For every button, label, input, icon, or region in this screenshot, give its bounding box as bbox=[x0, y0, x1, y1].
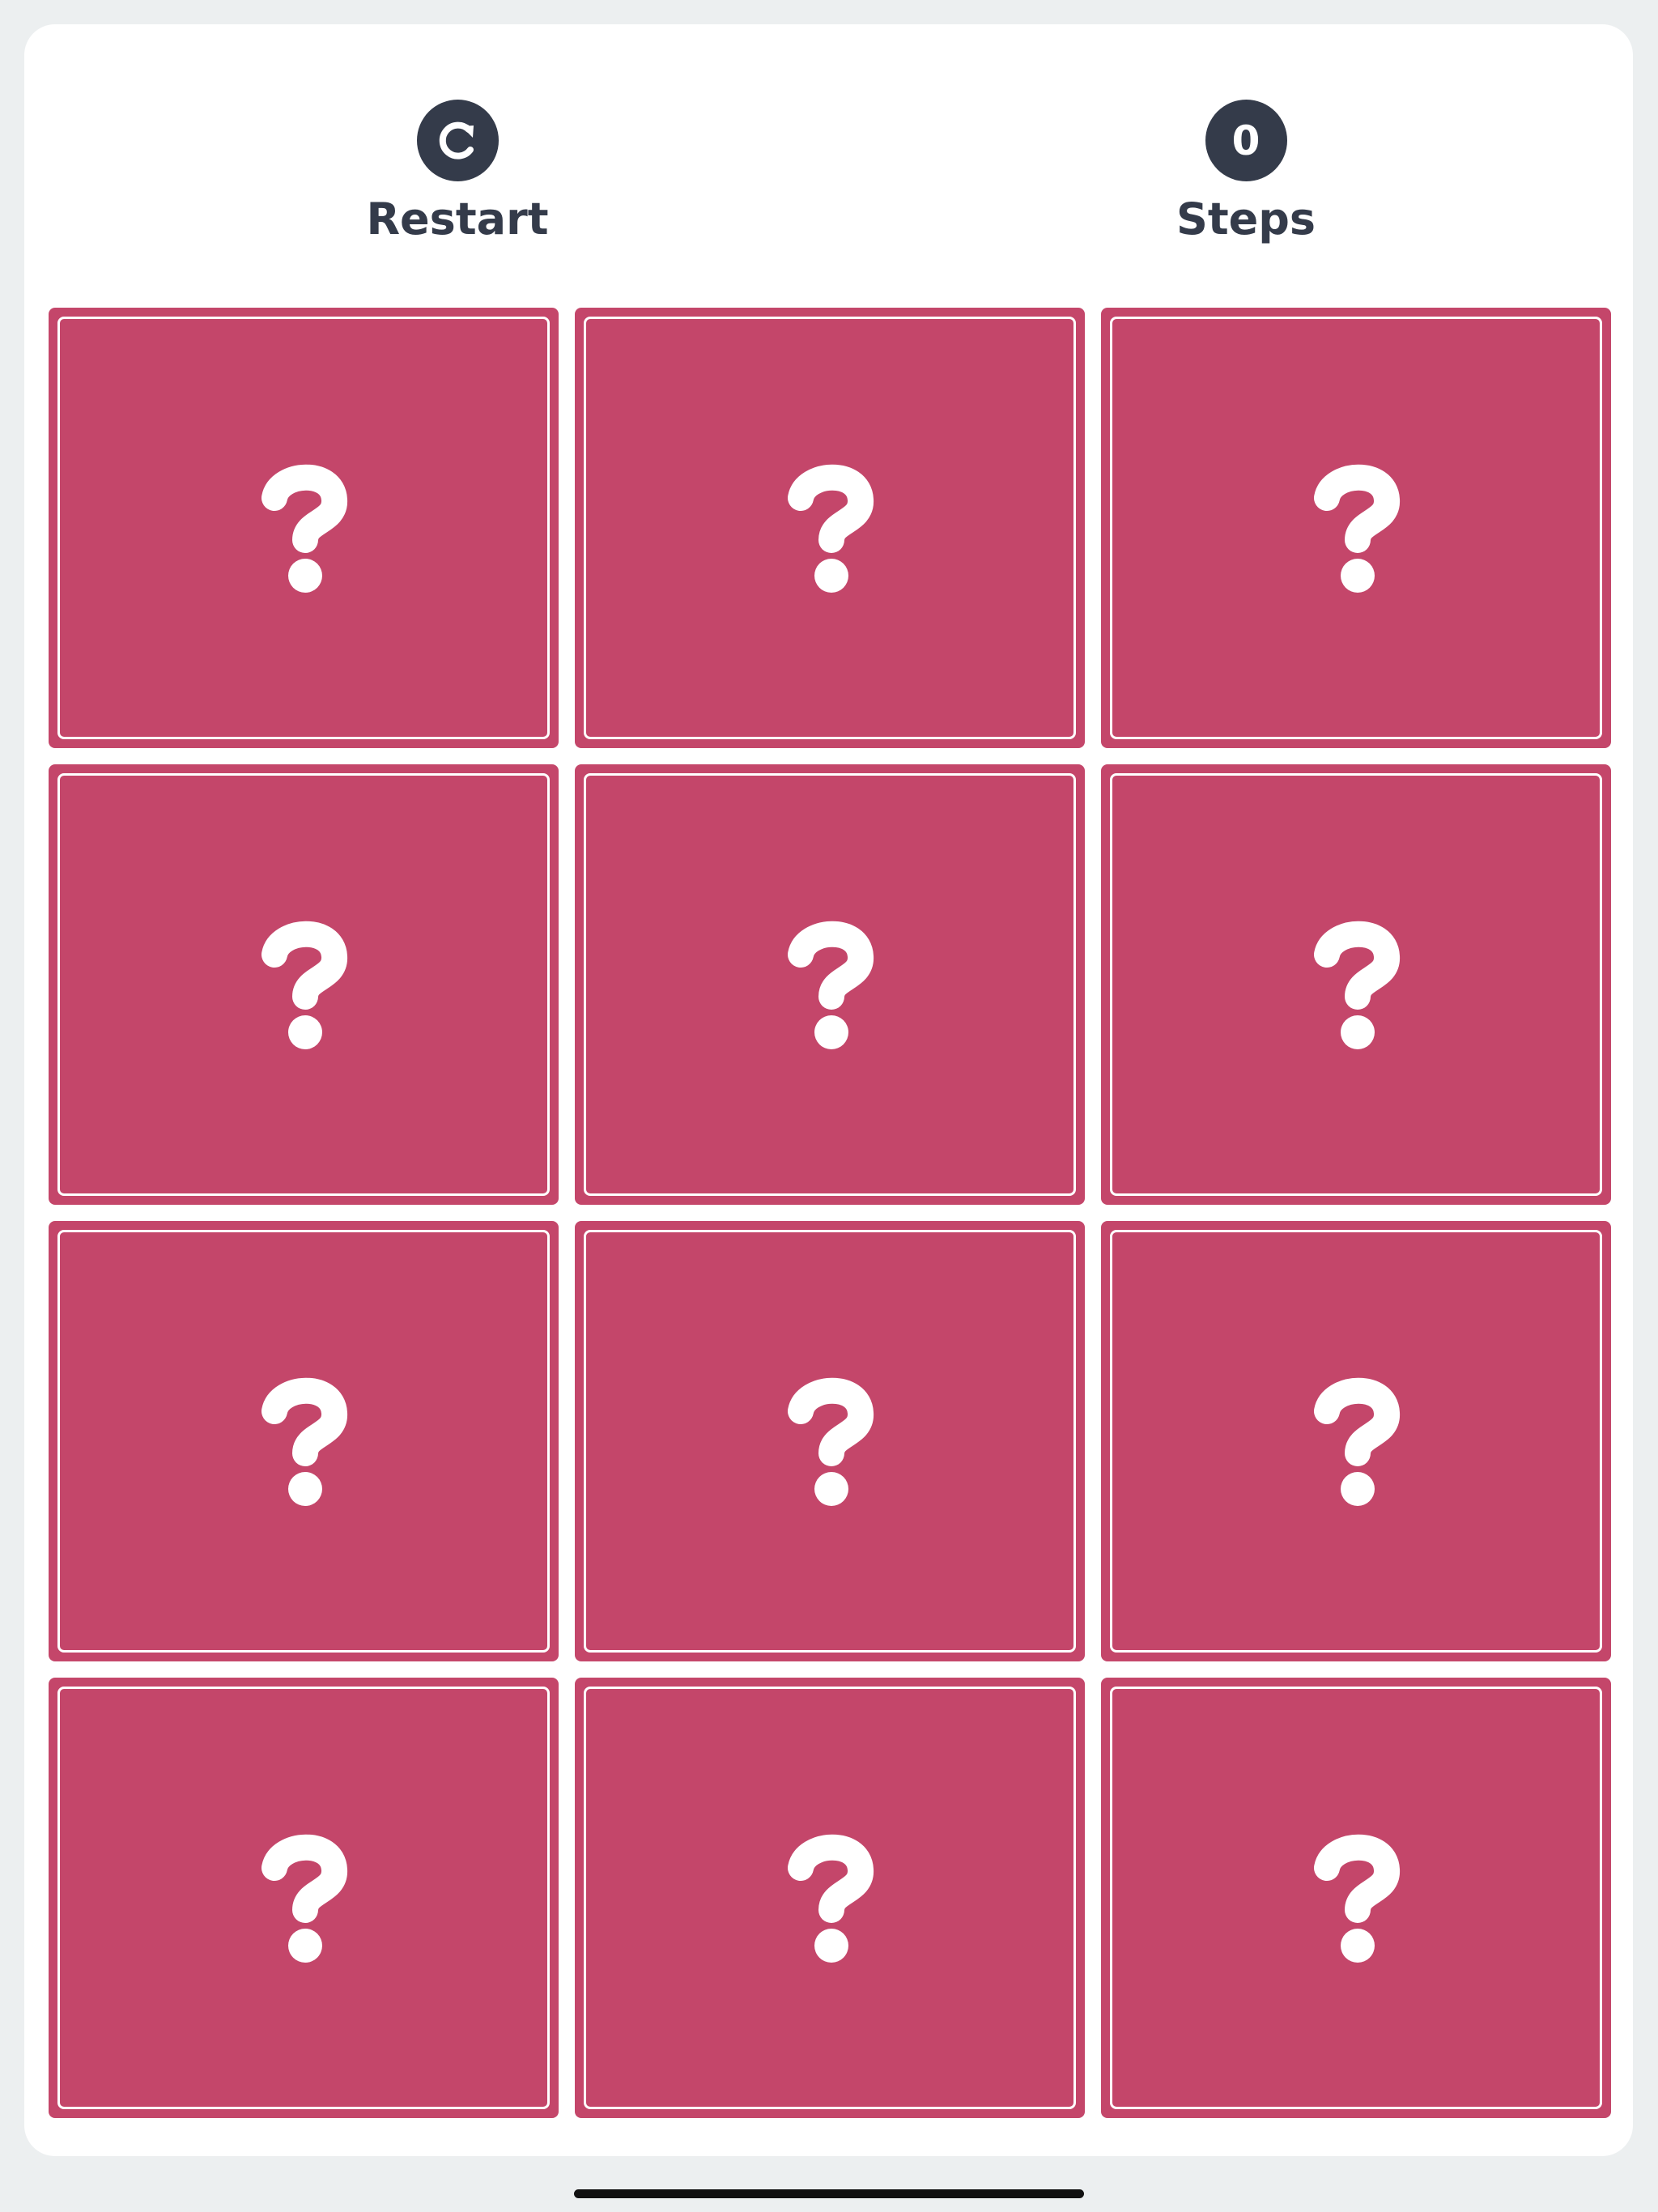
restart-icon-circle[interactable] bbox=[416, 100, 499, 181]
card[interactable]: ? bbox=[575, 1221, 1085, 1661]
card-face: ? bbox=[584, 1230, 1076, 1653]
steps-value: 0 bbox=[1205, 100, 1287, 181]
restart-label: Restart bbox=[366, 194, 549, 245]
card-grid: ? ? ? ? ? ? ? ? ? ? ? ? bbox=[49, 308, 1611, 2118]
card[interactable]: ? bbox=[1101, 308, 1611, 748]
steps-label: Steps bbox=[1175, 194, 1316, 245]
card-face: ? bbox=[584, 317, 1076, 739]
restart-button[interactable]: Restart bbox=[328, 100, 587, 241]
card-face: ? bbox=[584, 773, 1076, 1196]
card[interactable]: ? bbox=[1101, 764, 1611, 1205]
card-face: ? bbox=[1110, 773, 1602, 1196]
card[interactable]: ? bbox=[1101, 1678, 1611, 2118]
question-mark-icon: ? bbox=[1314, 1834, 1400, 1963]
card-face: ? bbox=[584, 1687, 1076, 2109]
question-mark-icon: ? bbox=[261, 464, 347, 593]
card-face: ? bbox=[1110, 1230, 1602, 1653]
card[interactable]: ? bbox=[49, 1678, 559, 2118]
steps-counter: 0 Steps bbox=[1116, 100, 1375, 241]
card-face: ? bbox=[1110, 317, 1602, 739]
card[interactable]: ? bbox=[49, 308, 559, 748]
question-mark-icon: ? bbox=[1314, 1377, 1400, 1506]
question-mark-icon: ? bbox=[261, 921, 347, 1049]
question-mark-icon: ? bbox=[788, 1377, 874, 1506]
card-face: ? bbox=[57, 1230, 550, 1653]
card[interactable]: ? bbox=[49, 764, 559, 1205]
card[interactable]: ? bbox=[575, 764, 1085, 1205]
question-mark-icon: ? bbox=[788, 921, 874, 1049]
card-face: ? bbox=[57, 317, 550, 739]
card-face: ? bbox=[1110, 1687, 1602, 2109]
card[interactable]: ? bbox=[1101, 1221, 1611, 1661]
question-mark-icon: ? bbox=[261, 1834, 347, 1963]
card-face: ? bbox=[57, 773, 550, 1196]
card-face: ? bbox=[57, 1687, 550, 2109]
question-mark-icon: ? bbox=[1314, 464, 1400, 593]
restart-icon bbox=[439, 121, 474, 160]
question-mark-icon: ? bbox=[1314, 921, 1400, 1049]
game-panel: Restart 0 Steps ? ? ? ? ? ? ? ? ? ? ? ? bbox=[24, 24, 1633, 2156]
question-mark-icon: ? bbox=[261, 1377, 347, 1506]
card[interactable]: ? bbox=[575, 308, 1085, 748]
question-mark-icon: ? bbox=[788, 464, 874, 593]
card[interactable]: ? bbox=[575, 1678, 1085, 2118]
question-mark-icon: ? bbox=[788, 1834, 874, 1963]
home-indicator[interactable] bbox=[574, 2189, 1084, 2198]
card[interactable]: ? bbox=[49, 1221, 559, 1661]
